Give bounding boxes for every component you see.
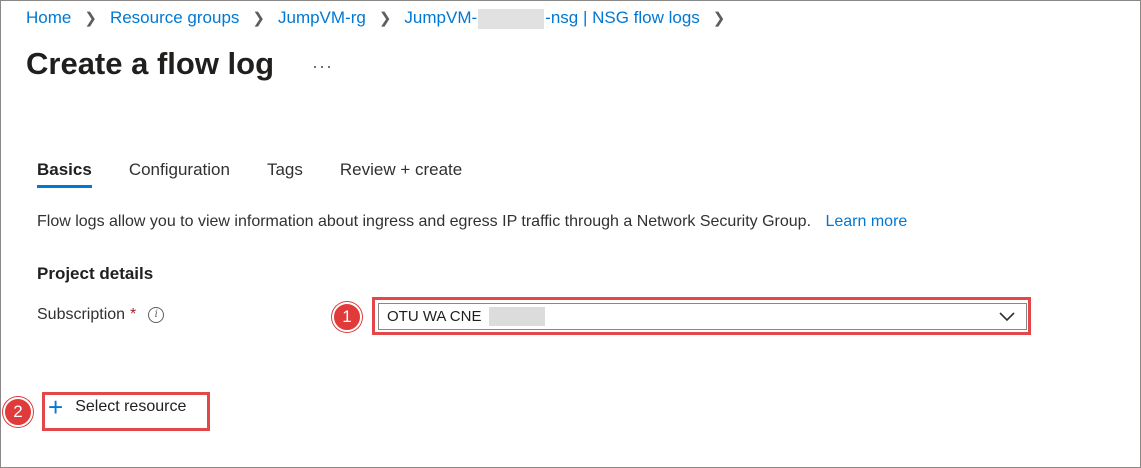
- callout-badge-2: 2: [3, 397, 33, 427]
- chevron-right-icon: ❯: [252, 10, 265, 28]
- info-icon[interactable]: i: [148, 307, 165, 323]
- chevron-right-icon: ❯: [84, 10, 97, 28]
- subscription-label: Subscription * i: [37, 306, 165, 324]
- select-resource-label: Select resource: [75, 398, 187, 415]
- page-title: Create a flow log: [26, 46, 275, 81]
- chevron-down-icon: [999, 312, 1015, 322]
- description-text: Flow logs allow you to view information …: [37, 213, 812, 230]
- callout-badge-1: 1: [332, 302, 362, 332]
- tab-tags[interactable]: Tags: [267, 160, 303, 188]
- breadcrumb: Home ❯ Resource groups ❯ JumpVM-rg ❯ Jum…: [26, 8, 738, 29]
- section-heading-project-details: Project details: [37, 264, 154, 283]
- chevron-right-icon: ❯: [712, 10, 726, 28]
- breadcrumb-nsg-suffix: -nsg | NSG flow logs: [545, 8, 700, 27]
- redacted-block: [478, 8, 545, 29]
- tab-bar: Basics Configuration Tags Review + creat…: [37, 160, 499, 188]
- tab-basics[interactable]: Basics: [37, 160, 92, 188]
- learn-more-link[interactable]: Learn more: [825, 213, 907, 230]
- breadcrumb-resource-group[interactable]: JumpVM-rg: [278, 8, 366, 28]
- redacted-block: [489, 307, 546, 326]
- chevron-right-icon: ❯: [378, 10, 392, 28]
- tab-configuration[interactable]: Configuration: [129, 160, 230, 188]
- breadcrumb-nsg-prefix: JumpVM-: [404, 8, 478, 27]
- breadcrumb-home[interactable]: Home: [26, 8, 71, 28]
- subscription-value: OTU WA CNE: [387, 308, 482, 325]
- more-options-icon[interactable]: ···: [312, 56, 333, 77]
- description: Flow logs allow you to view information …: [37, 213, 907, 231]
- breadcrumb-nsg[interactable]: JumpVM- -nsg | NSG flow logs: [404, 8, 700, 29]
- breadcrumb-resource-groups[interactable]: Resource groups: [110, 8, 239, 28]
- required-asterisk: *: [130, 306, 137, 323]
- select-resource-button[interactable]: + Select resource: [48, 392, 187, 422]
- tab-review-create[interactable]: Review + create: [340, 160, 462, 188]
- plus-icon: +: [48, 392, 64, 422]
- subscription-label-text: Subscription: [37, 306, 126, 323]
- subscription-dropdown[interactable]: OTU WA CNE: [378, 303, 1027, 330]
